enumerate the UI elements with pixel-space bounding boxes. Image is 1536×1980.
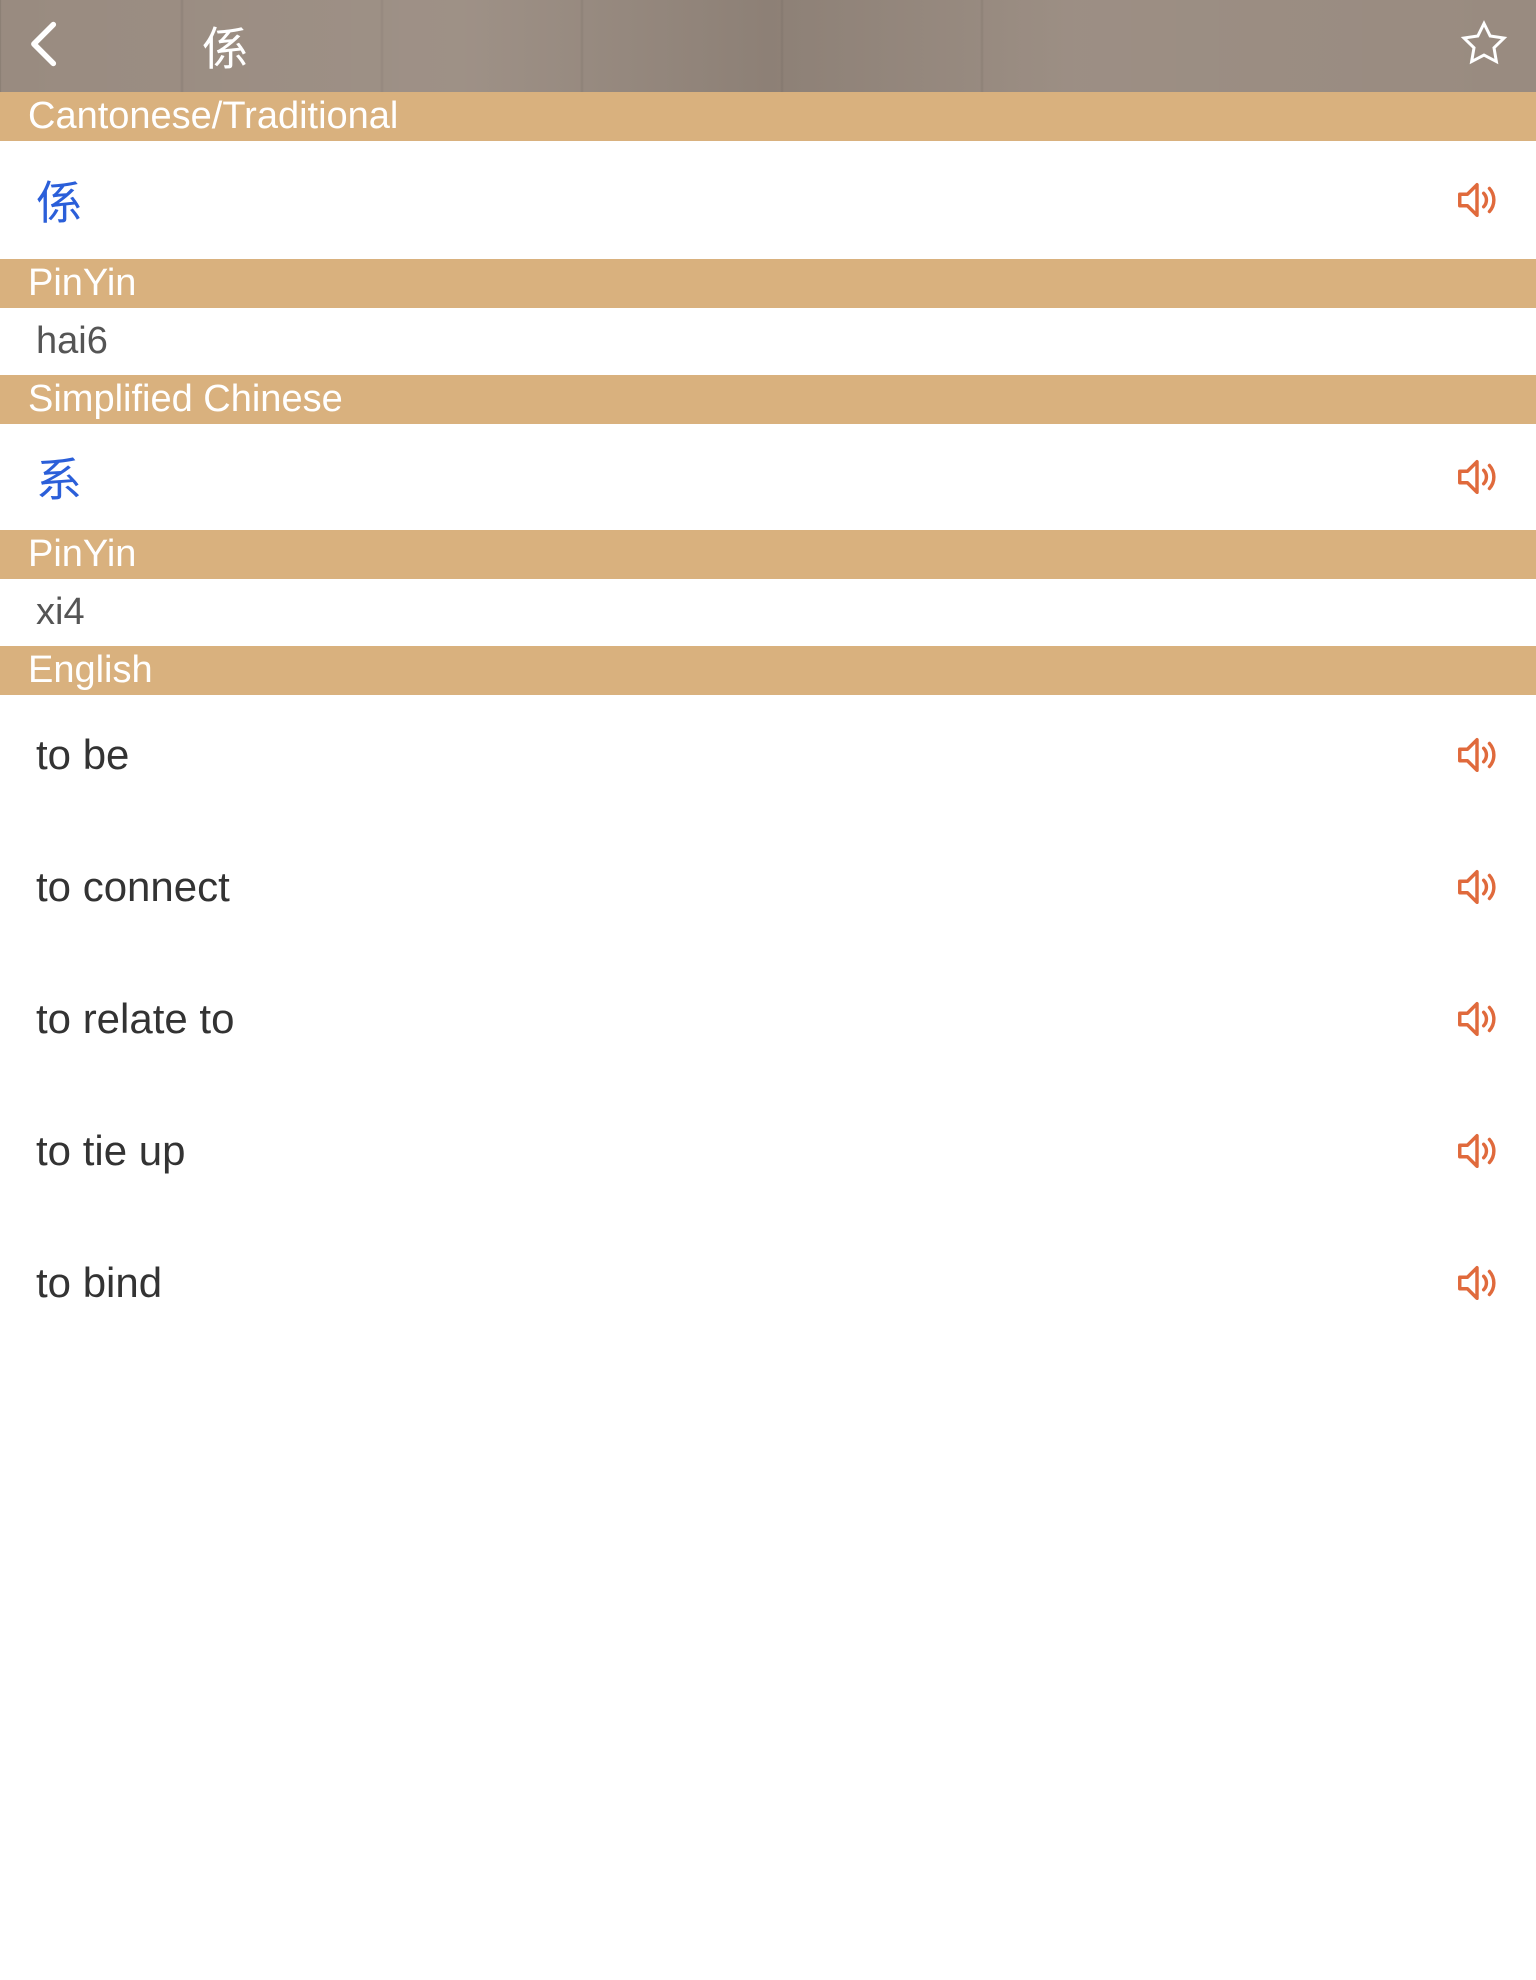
play-audio-cantonese[interactable] <box>1454 177 1500 223</box>
speaker-icon <box>1454 1128 1500 1174</box>
back-button[interactable] <box>28 19 62 74</box>
star-icon <box>1460 20 1508 68</box>
speaker-icon <box>1454 1260 1500 1306</box>
favorite-button[interactable] <box>1460 20 1508 73</box>
simplified-pinyin: xi4 <box>0 579 1536 646</box>
english-definitions-list: to be to connect to relate to <box>0 695 1536 1333</box>
english-definition-row: to tie up <box>0 1101 1536 1201</box>
english-definition-row: to relate to <box>0 969 1536 1069</box>
english-definition: to connect <box>36 863 230 911</box>
cantonese-character-row: 係 <box>0 141 1536 259</box>
play-audio-simplified[interactable] <box>1454 454 1500 500</box>
section-pinyin-cantonese: PinYin <box>0 259 1536 308</box>
play-audio-english[interactable] <box>1454 996 1500 1042</box>
section-simplified-chinese: Simplified Chinese <box>0 375 1536 424</box>
speaker-icon <box>1454 177 1500 223</box>
cantonese-pinyin: hai6 <box>0 308 1536 375</box>
play-audio-english[interactable] <box>1454 864 1500 910</box>
english-definition-row: to be <box>0 705 1536 805</box>
cantonese-character: 係 <box>36 167 82 233</box>
play-audio-english[interactable] <box>1454 732 1500 778</box>
english-definition: to tie up <box>36 1127 185 1175</box>
speaker-icon <box>1454 996 1500 1042</box>
page-title: 係 <box>202 13 248 79</box>
simplified-character: 系 <box>36 444 82 510</box>
english-definition-row: to bind <box>0 1233 1536 1333</box>
section-pinyin-simplified: PinYin <box>0 530 1536 579</box>
chevron-left-icon <box>28 19 62 69</box>
speaker-icon <box>1454 732 1500 778</box>
speaker-icon <box>1454 454 1500 500</box>
section-cantonese-traditional: Cantonese/Traditional <box>0 92 1536 141</box>
speaker-icon <box>1454 864 1500 910</box>
section-english: English <box>0 646 1536 695</box>
english-definition: to bind <box>36 1259 162 1307</box>
english-definition: to be <box>36 731 129 779</box>
english-definition: to relate to <box>36 995 234 1043</box>
simplified-character-row: 系 <box>0 424 1536 530</box>
play-audio-english[interactable] <box>1454 1260 1500 1306</box>
play-audio-english[interactable] <box>1454 1128 1500 1174</box>
english-definition-row: to connect <box>0 837 1536 937</box>
header-bar: 係 <box>0 0 1536 92</box>
